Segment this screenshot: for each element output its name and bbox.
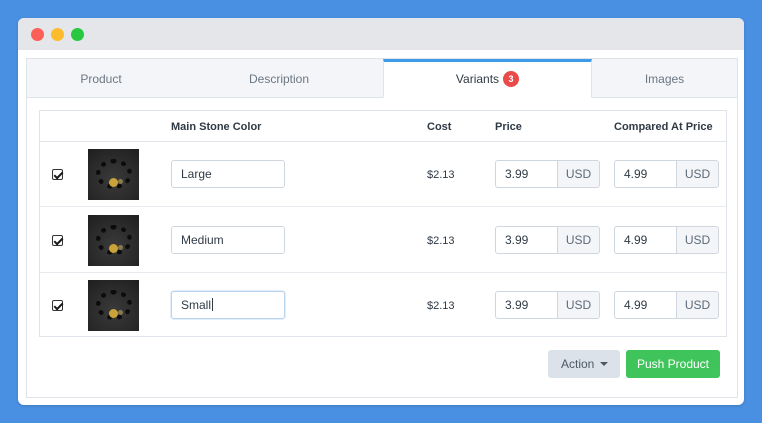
header-cost: Cost [427,121,452,133]
variants-content: Main Stone Color Cost Price Compared At … [27,98,737,397]
cost-value: $2.13 [427,169,455,181]
push-product-button[interactable]: Push Product [626,350,720,378]
table-row: Medium $2.13 3.99 USD 4.99 USD [40,208,726,273]
row-select-checkbox[interactable] [52,300,63,311]
tab-description-label: Description [248,72,310,86]
stone-color-input[interactable]: Large [171,160,285,188]
bracelet-thumbnail [88,215,139,266]
tab-images-label: Images [644,72,685,86]
price-input[interactable]: 3.99 USD [495,226,600,254]
action-dropdown-button[interactable]: Action [548,350,620,378]
header-compared-at-price: Compared At Price [614,121,713,133]
bracelet-thumbnail [88,280,139,331]
row-select-checkbox[interactable] [52,169,63,180]
price-value: 3.99 [505,167,529,181]
tab-variants-label: Variants [455,72,500,86]
title-bar [18,18,744,50]
cost-value: $2.13 [427,300,455,312]
bracelet-thumbnail [88,149,139,200]
text-caret [212,298,214,311]
stone-color-value: Small [181,298,212,312]
header-main-stone-color: Main Stone Color [171,121,262,133]
variants-table: Main Stone Color Cost Price Compared At … [39,110,727,337]
close-dot-icon[interactable] [31,28,44,41]
price-value: 3.99 [505,298,529,312]
table-row: Large $2.13 3.99 USD 4.99 USD [40,142,726,207]
tab-product[interactable]: Product [27,59,175,98]
price-currency: USD [557,227,599,253]
price-currency: USD [557,292,599,318]
compared-price-value: 4.99 [624,167,648,181]
maximize-dot-icon[interactable] [71,28,84,41]
tab-bar: Product Description Variants 3 Images [27,59,737,98]
cost-value: $2.13 [427,235,455,247]
row-select-checkbox[interactable] [52,235,63,246]
variant-count-badge: 3 [503,71,520,87]
tab-description[interactable]: Description [175,59,383,98]
app-window: Product Description Variants 3 Images Mai… [18,18,744,405]
stone-color-input[interactable]: Medium [171,226,285,254]
action-bar: Action Push Product [27,350,737,380]
compared-price-input[interactable]: 4.99 USD [614,226,719,254]
table-header: Main Stone Color Cost Price Compared At … [40,111,726,142]
action-button-label: Action [561,357,595,371]
compared-price-currency: USD [676,292,718,318]
price-value: 3.99 [505,233,529,247]
product-editor-panel: Product Description Variants 3 Images Mai… [26,58,738,398]
tab-variants[interactable]: Variants 3 [383,59,592,98]
compared-price-value: 4.99 [624,233,648,247]
price-input[interactable]: 3.99 USD [495,160,600,188]
compared-price-currency: USD [676,227,718,253]
price-currency: USD [557,161,599,187]
price-input[interactable]: 3.99 USD [495,291,600,319]
minimize-dot-icon[interactable] [51,28,64,41]
chevron-down-icon [600,362,608,366]
header-price: Price [495,121,522,133]
tab-images[interactable]: Images [592,59,737,98]
compared-price-value: 4.99 [624,298,648,312]
compared-price-currency: USD [676,161,718,187]
stone-color-input[interactable]: Small [171,291,285,319]
tab-product-label: Product [80,72,122,86]
table-row: Small $2.13 3.99 USD 4.99 USD [40,273,726,338]
compared-price-input[interactable]: 4.99 USD [614,160,719,188]
compared-price-input[interactable]: 4.99 USD [614,291,719,319]
